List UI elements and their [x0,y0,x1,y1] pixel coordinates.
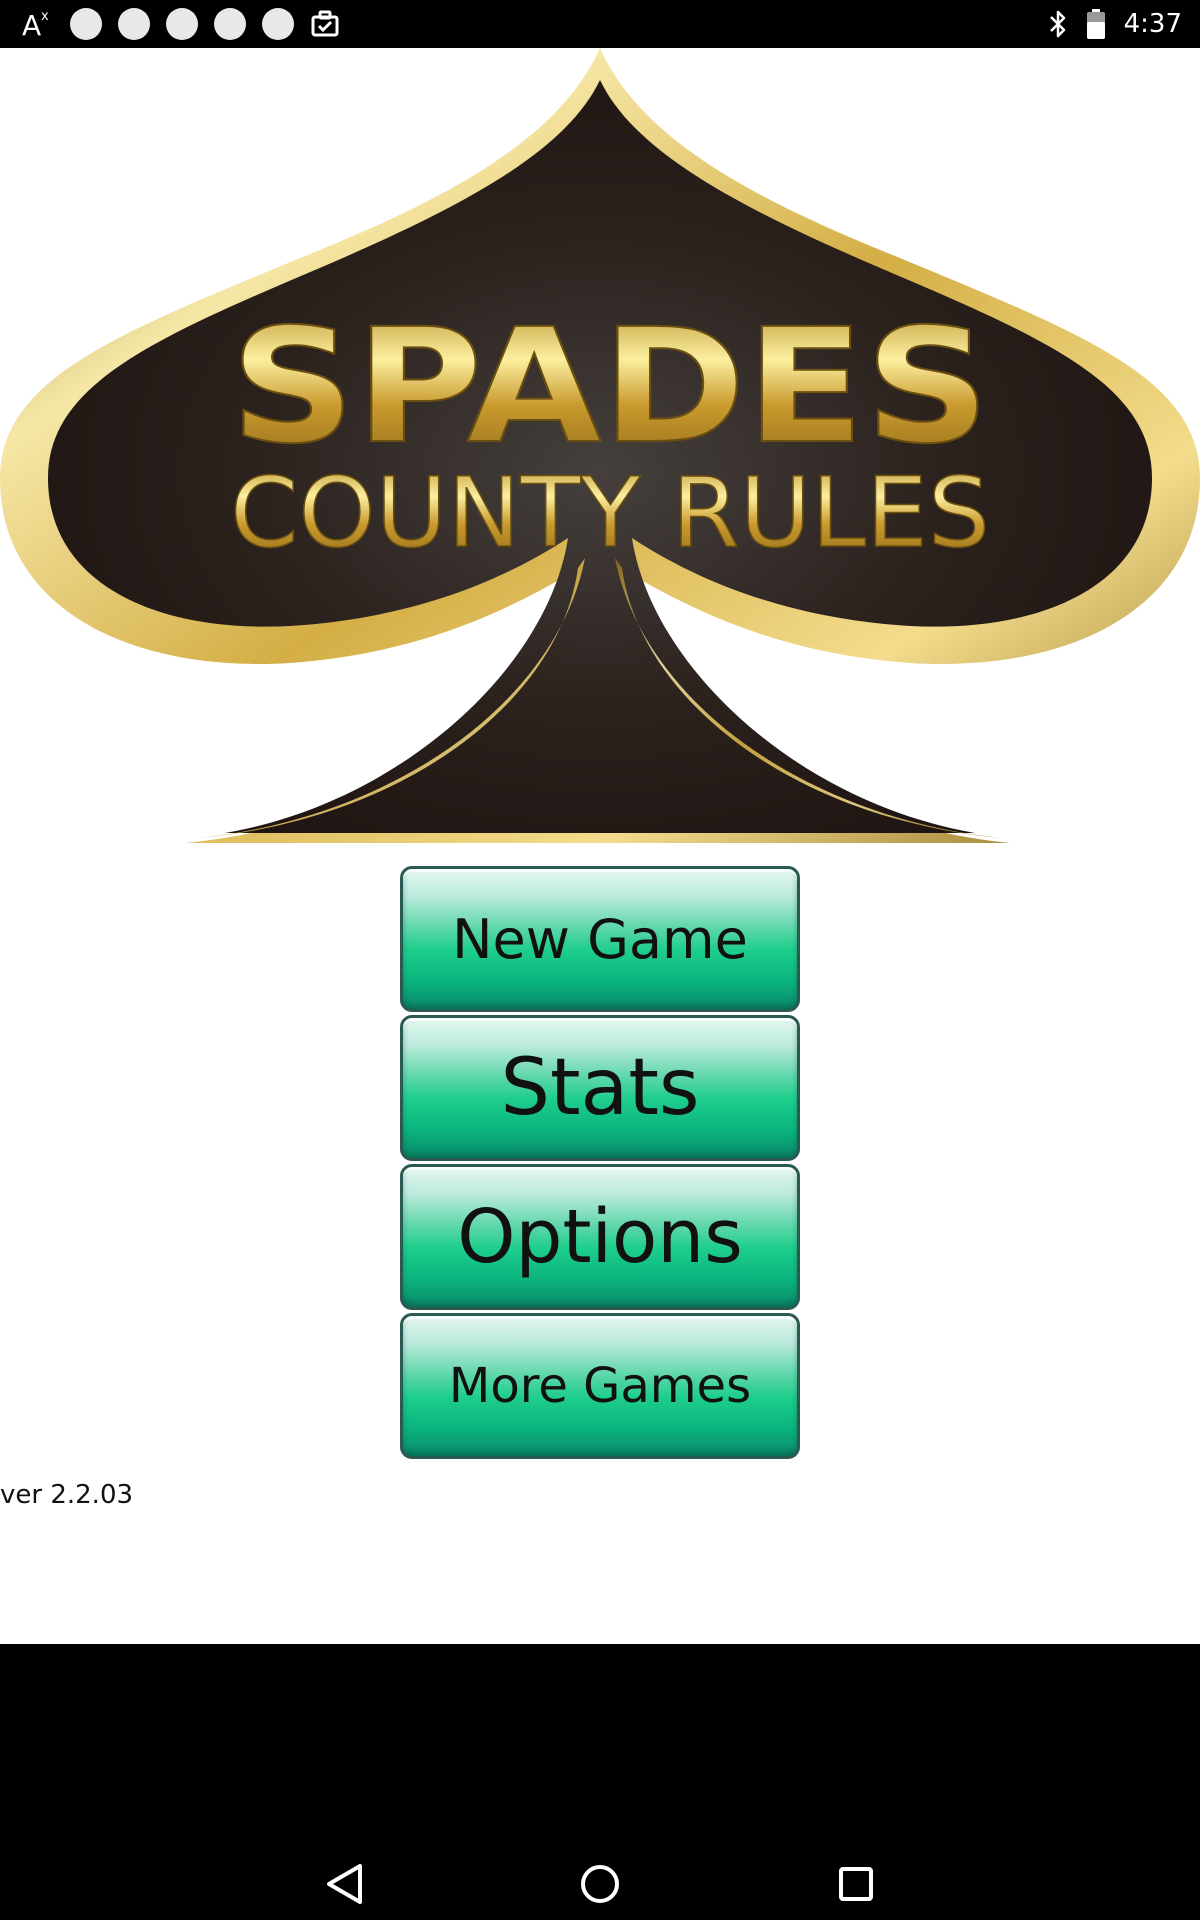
recents-icon [839,1867,873,1901]
briefcase-check-icon [311,10,339,37]
stats-button[interactable]: Stats [400,1015,800,1161]
version-label: ver 2.2.03 [0,1480,134,1510]
more-games-label: More Games [448,1358,752,1414]
stats-label: Stats [500,1043,700,1133]
options-label: Options [457,1194,743,1280]
spades-logo: SPADES COUNTY RULES [0,48,1200,843]
notification-dot [262,8,294,40]
notification-dot [70,8,102,40]
options-button[interactable]: Options [400,1164,800,1310]
svg-text:A: A [22,9,41,41]
svg-text:x: x [41,9,49,24]
back-button[interactable] [304,1844,384,1920]
more-games-button[interactable]: More Games [400,1313,800,1459]
home-icon [581,1865,619,1903]
new-game-label: New Game [452,907,748,971]
status-bar: A x 4:37 [0,0,1200,48]
home-button[interactable] [560,1844,640,1920]
status-left-icons: A x [20,0,340,48]
accessibility-text-icon: A x [22,9,49,41]
screen: A x 4:37 SPADES COUNTY RULES New Game St… [0,0,1200,1920]
notification-dot [214,8,246,40]
status-clock: 4:37 [1123,9,1182,39]
main-menu: SPADES COUNTY RULES New Game Stats Optio… [0,48,1200,1644]
new-game-button[interactable]: New Game [400,866,800,1012]
logo-subtitle: COUNTY RULES [230,457,990,569]
back-icon [327,1864,362,1904]
battery-icon [1086,9,1105,39]
notification-dot [118,8,150,40]
notification-dot [166,8,198,40]
recents-button[interactable] [816,1844,896,1920]
bluetooth-icon [1049,10,1065,38]
status-right-icons: 4:37 [1048,0,1182,48]
logo-title: SPADES [230,295,990,479]
navigation-bar [0,1644,1200,1920]
